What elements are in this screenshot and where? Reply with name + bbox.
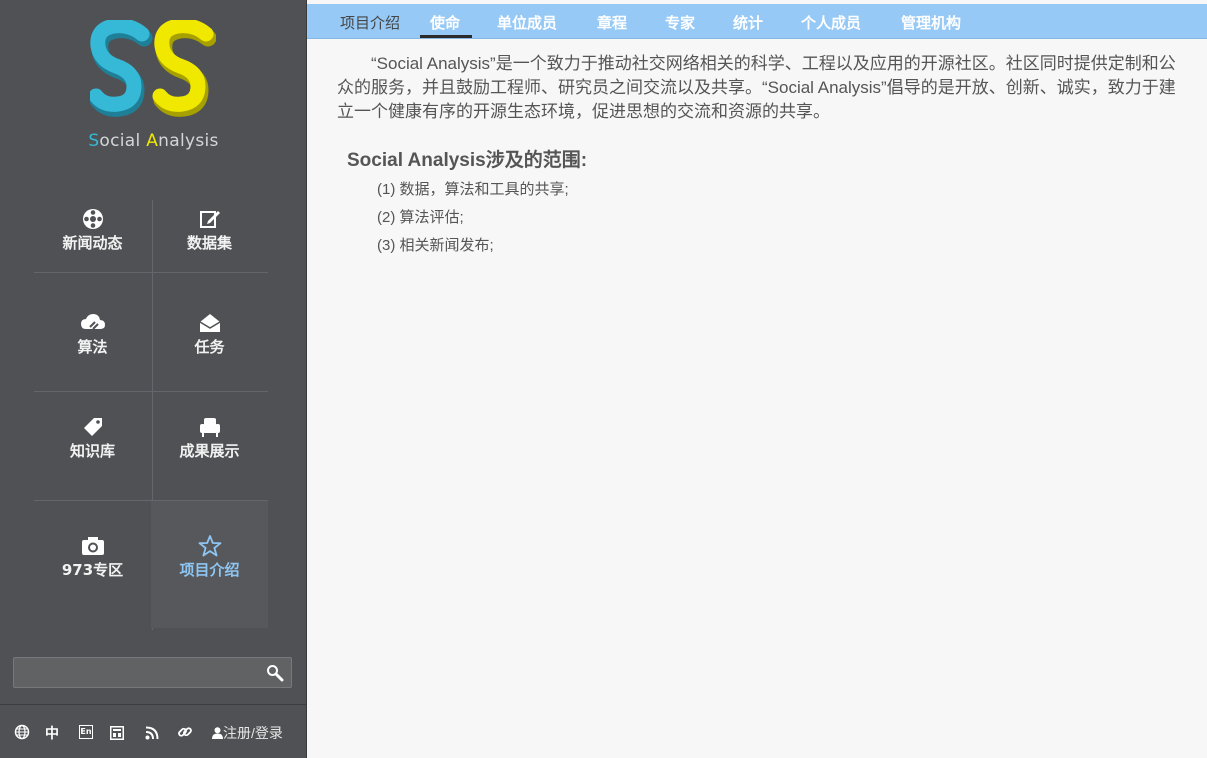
tile-project-intro-label: 项目介绍 [179,561,240,579]
tile-project-intro[interactable]: 项目介绍 [151,501,268,628]
armchair-icon [199,418,220,437]
brand-name-initial-s: S [88,131,100,151]
login-register-label: 注册/登录 [223,725,283,741]
nav-active-indicator [420,35,472,38]
brand-name-part-nalysis: nalysis [158,131,219,151]
cloud-sync-icon [80,314,105,330]
rss-icon[interactable] [145,725,159,741]
tile-news-label: 新闻动态 [62,234,123,252]
chinese-lang-icon[interactable]: 中 [45,723,59,742]
tile-divider-h2 [34,391,268,392]
tile-knowledge-base-label: 知识库 [69,442,115,460]
login-register-link[interactable]: 注册/登录 [212,723,283,743]
brand-name-part-ocial: ocial [99,131,147,151]
globe-icon[interactable] [14,724,30,740]
tile-973-zone[interactable]: 973专区 [34,535,151,595]
tile-news[interactable]: 新闻动态 [34,208,151,268]
film-reel-icon [82,209,103,229]
nav-project-intro[interactable]: 项目介绍 [340,12,400,33]
sidebar-footer: 中 En 注册/登录 [0,714,307,750]
tile-algorithms[interactable]: 算法 [34,312,151,372]
tile-algorithms-label: 算法 [77,338,108,356]
sidebar-footer-divider [0,704,307,705]
nav-experts[interactable]: 专家 [665,12,695,33]
nav-statistics[interactable]: 统计 [733,12,763,33]
tile-divider-h1 [34,272,268,273]
mail-open-icon [199,314,220,332]
star-icon [198,535,221,557]
english-lang-icon[interactable]: En [79,725,93,739]
nav-mission[interactable]: 使命 [430,12,460,33]
search-input[interactable] [20,662,260,684]
tile-tasks[interactable]: 任务 [151,312,268,372]
edit-icon [199,211,220,228]
tile-knowledge-base[interactable]: 知识库 [34,416,151,476]
camera-icon [81,537,104,555]
tile-973-zone-label: 973专区 [61,561,124,579]
sidebar: Social Analysis 新闻动态 数据集 算法 任务 知识库 成果展示 … [0,0,307,758]
main-content: “Social Analysis”是一个致力于推动社交网络相关的科学、工程以及应… [337,52,1177,260]
scope-heading: Social Analysis涉及的范围: [347,150,588,171]
search-icon[interactable] [266,664,284,682]
list-item: (2) 算法评估; [377,209,464,226]
top-navigation: 项目介绍 使命 单位成员 章程 专家 统计 个人成员 管理机构 [307,4,1207,39]
link-icon[interactable] [177,724,193,740]
nav-management[interactable]: 管理机构 [901,12,961,33]
tile-achievements-label: 成果展示 [179,442,240,460]
tile-achievements[interactable]: 成果展示 [151,416,268,476]
tag-icon [83,418,102,436]
brand-name-initial-a: A [146,131,159,151]
list-item: (3) 相关新闻发布; [377,237,494,254]
nav-individual-members[interactable]: 个人成员 [801,12,861,33]
list-item: (1) 数据，算法和工具的共享; [377,181,569,198]
intro-paragraph: “Social Analysis”是一个致力于推动社交网络相关的科学、工程以及应… [337,54,1176,121]
social-analysis-logo[interactable] [90,20,216,120]
tile-datasets-label: 数据集 [186,234,232,252]
tile-datasets[interactable]: 数据集 [151,208,268,268]
search-box [13,657,292,688]
tile-tasks-label: 任务 [194,338,225,356]
layout-icon[interactable] [110,725,124,741]
nav-charter[interactable]: 章程 [597,12,627,33]
brand-name: Social Analysis [0,131,307,151]
nav-member-units[interactable]: 单位成员 [497,12,557,33]
user-icon [212,727,223,739]
scope-list: (1) 数据，算法和工具的共享; (2) 算法评估; (3) 相关新闻发布; [377,176,1177,260]
